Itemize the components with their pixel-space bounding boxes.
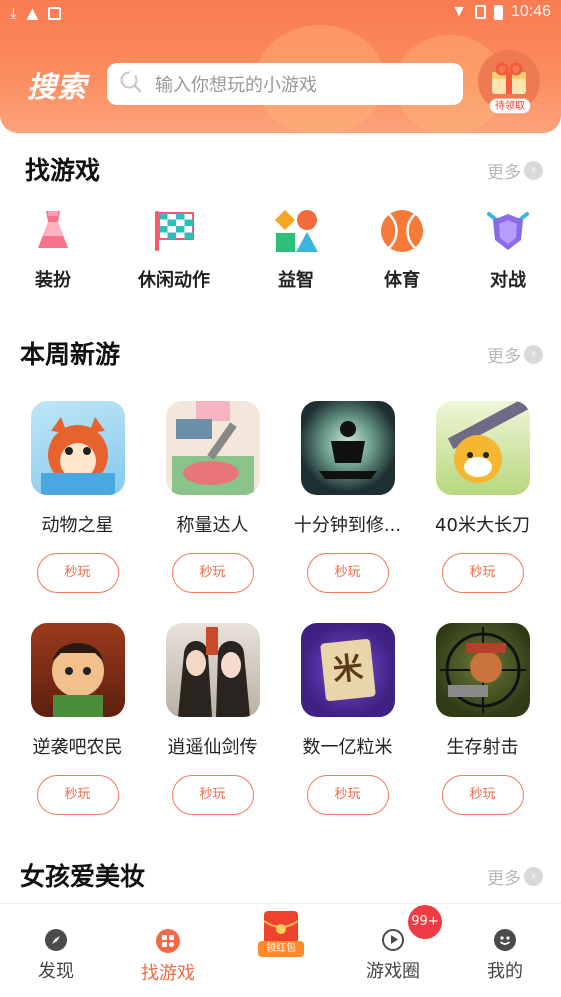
red-packet-label: 领红包 xyxy=(266,943,296,954)
category-battle[interactable]: 对战 xyxy=(453,208,561,292)
more-link-find-games[interactable]: 更多 › xyxy=(487,158,543,183)
nav-discover[interactable]: 发现 xyxy=(11,929,101,983)
chevron-right-icon: › xyxy=(524,161,543,180)
section-title-girls-makeup: 女孩爱美妆 xyxy=(20,862,146,891)
instant-play-button[interactable]: 秒玩 xyxy=(306,553,389,593)
game-thumbnail[interactable]: 米 xyxy=(300,623,395,717)
shield-icon xyxy=(485,208,531,254)
battery-icon xyxy=(493,4,503,20)
game-card[interactable]: 动物之星 秒玩 xyxy=(10,401,145,593)
game-name: 40米大长刀 xyxy=(435,515,530,536)
dress-icon xyxy=(30,208,76,254)
ball-icon xyxy=(379,208,425,254)
game-thumbnail[interactable] xyxy=(30,401,125,495)
more-link-weekly-new[interactable]: 更多 › xyxy=(487,342,543,367)
game-card[interactable]: 40米大长刀 秒玩 xyxy=(415,401,550,593)
game-thumbnail[interactable] xyxy=(30,623,125,717)
download-icon: ⤓ xyxy=(10,4,17,22)
category-puzzle[interactable]: 益智 xyxy=(241,208,351,292)
more-link-girls-makeup[interactable]: 更多 › xyxy=(487,864,543,889)
instant-play-button[interactable]: 秒玩 xyxy=(306,775,389,815)
section-title-weekly-new: 本周新游 xyxy=(20,340,121,369)
gift-status-badge: 待领取 xyxy=(489,98,531,114)
search-icon xyxy=(119,70,143,98)
nav-find-games[interactable]: 找游戏 xyxy=(123,929,213,985)
game-thumbnail[interactable] xyxy=(165,401,260,495)
section-title-find-games: 找游戏 xyxy=(25,156,101,185)
instant-play-button[interactable]: 秒玩 xyxy=(171,553,254,593)
game-card[interactable]: 十分钟到修... 秒玩 xyxy=(280,401,415,593)
header: ⤓ ▲ ▼ 10:46 搜索 输入你想玩的小游戏 xyxy=(0,0,561,133)
chevron-right-icon: › xyxy=(524,867,543,886)
instant-play-button[interactable]: 秒玩 xyxy=(441,553,524,593)
game-name: 逍遥仙剑传 xyxy=(167,737,258,758)
more-label: 更多 xyxy=(487,869,521,889)
game-card[interactable]: 逆袭吧农民 秒玩 xyxy=(10,623,145,815)
category-label: 对战 xyxy=(490,270,526,291)
category-sports[interactable]: 体育 xyxy=(347,208,457,292)
game-thumbnail[interactable] xyxy=(435,401,530,495)
category-label: 体育 xyxy=(384,270,420,291)
shapes-icon xyxy=(273,208,319,254)
category-label: 休闲动作 xyxy=(138,270,210,291)
category-casual-action[interactable]: 休闲动作 xyxy=(119,208,229,292)
sim-icon xyxy=(474,5,486,19)
notification-icon xyxy=(48,6,62,20)
category-label: 益智 xyxy=(278,270,314,291)
search-bar[interactable]: 输入你想玩的小游戏 xyxy=(107,63,463,105)
nav-label: 发现 xyxy=(38,961,74,982)
flag-icon xyxy=(151,208,197,254)
nav-me[interactable]: 我的 xyxy=(460,929,550,983)
more-label: 更多 xyxy=(487,163,521,183)
gamepad-icon xyxy=(156,929,180,953)
wifi-icon: ▼ xyxy=(451,3,467,20)
instant-play-button[interactable]: 秒玩 xyxy=(441,775,524,815)
game-card[interactable]: 生存射击 秒玩 xyxy=(415,623,550,815)
instant-play-button[interactable]: 秒玩 xyxy=(36,775,119,815)
category-dress-up[interactable]: 装扮 xyxy=(0,208,108,292)
game-card[interactable]: 米 数一亿粒米 秒玩 xyxy=(280,623,415,815)
compass-icon xyxy=(45,929,67,951)
rice-tile: 米 xyxy=(319,638,376,702)
game-name: 动物之星 xyxy=(41,515,114,536)
status-bar: ⤓ ▲ ▼ 10:46 xyxy=(0,0,561,26)
game-thumbnail[interactable] xyxy=(435,623,530,717)
app-logo: 搜索 xyxy=(27,70,88,104)
smile-icon xyxy=(494,929,516,951)
category-label: 装扮 xyxy=(35,270,71,291)
nav-label: 我的 xyxy=(487,961,523,982)
game-card[interactable]: 称量达人 秒玩 xyxy=(145,401,280,593)
more-label: 更多 xyxy=(487,347,521,367)
red-packet-button[interactable]: 领红包 xyxy=(254,909,308,959)
game-name: 称量达人 xyxy=(176,515,249,536)
status-time: 10:46 xyxy=(510,3,551,20)
game-thumbnail[interactable] xyxy=(300,401,395,495)
game-name: 十分钟到修... xyxy=(293,515,402,536)
instant-play-button[interactable]: 秒玩 xyxy=(171,775,254,815)
game-name: 逆袭吧农民 xyxy=(32,737,123,758)
game-card[interactable]: 逍遥仙剑传 秒玩 xyxy=(145,623,280,815)
notification-badge: 99+ xyxy=(408,905,442,939)
nav-label: 游戏圈 xyxy=(366,961,420,982)
game-name: 数一亿粒米 xyxy=(302,737,393,758)
nav-label: 找游戏 xyxy=(141,963,195,984)
game-thumbnail[interactable] xyxy=(165,623,260,717)
instant-play-button[interactable]: 秒玩 xyxy=(36,553,119,593)
chevron-right-icon: › xyxy=(524,345,543,364)
play-circle-icon xyxy=(382,929,404,951)
game-name: 生存射击 xyxy=(446,737,519,758)
warning-icon: ▲ xyxy=(26,4,39,22)
search-placeholder: 输入你想玩的小游戏 xyxy=(155,75,317,96)
